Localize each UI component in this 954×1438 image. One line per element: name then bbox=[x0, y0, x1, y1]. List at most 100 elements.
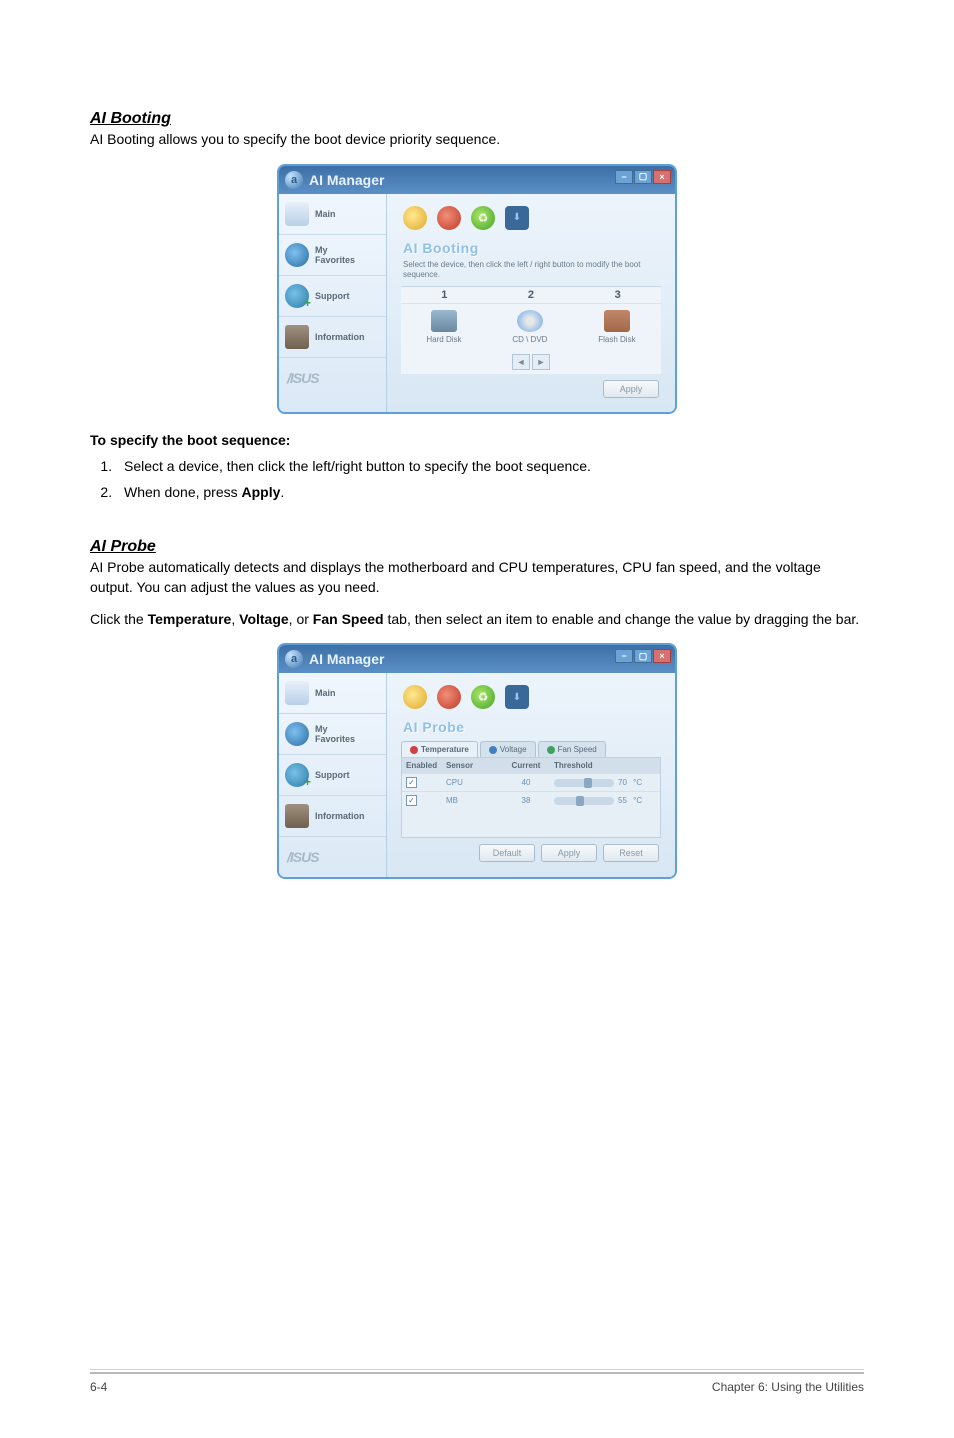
app-title: AI Manager bbox=[309, 172, 384, 188]
apply-button[interactable]: Apply bbox=[603, 380, 659, 398]
intro-ai-booting: AI Booting allows you to specify the boo… bbox=[90, 130, 864, 150]
device-label: Hard Disk bbox=[426, 335, 461, 344]
close-button[interactable]: × bbox=[653, 170, 671, 184]
tool-icon-1[interactable] bbox=[403, 206, 427, 230]
step-1: Select a device, then click the left/rig… bbox=[116, 458, 864, 474]
minimize-button[interactable]: − bbox=[615, 170, 633, 184]
sidebar-item-information[interactable]: Information bbox=[279, 796, 386, 837]
probe-table: Enabled Sensor Current Threshold ✓ CPU 4… bbox=[401, 757, 661, 838]
threshold-value: 70 bbox=[618, 778, 627, 787]
favorites-icon bbox=[285, 722, 309, 746]
tool-icon-1[interactable] bbox=[403, 685, 427, 709]
sidebar-item-information[interactable]: Information bbox=[279, 317, 386, 358]
tool-icon-2[interactable] bbox=[437, 206, 461, 230]
boot-sequence-numbers: 1 2 3 bbox=[401, 287, 661, 304]
screenshot-ai-probe: a AI Manager − ▢ × Main My Favorites bbox=[90, 643, 864, 879]
brand-mark: /ISUS bbox=[279, 837, 386, 877]
sidebar-label: Main bbox=[315, 688, 336, 698]
maximize-button[interactable]: ▢ bbox=[634, 170, 652, 184]
col-sensor: Sensor bbox=[442, 758, 502, 773]
move-left-button[interactable]: ◄ bbox=[512, 354, 530, 370]
toolbar bbox=[397, 202, 665, 238]
sidebar-item-support[interactable]: Support bbox=[279, 276, 386, 317]
sidebar-label: Main bbox=[315, 209, 336, 219]
app-title: AI Manager bbox=[309, 651, 384, 667]
reset-button[interactable]: Reset bbox=[603, 844, 659, 862]
sidebar-label: Information bbox=[315, 811, 365, 821]
intro-ai-probe: AI Probe automatically detects and displ… bbox=[90, 558, 864, 597]
sidebar-item-support[interactable]: Support bbox=[279, 755, 386, 796]
titlebar: a AI Manager − ▢ × bbox=[279, 645, 675, 673]
maximize-button[interactable]: ▢ bbox=[634, 649, 652, 663]
close-button[interactable]: × bbox=[653, 649, 671, 663]
boot-device-cd[interactable]: CD \ DVD bbox=[512, 310, 547, 344]
titlebar: a AI Manager − ▢ × bbox=[279, 166, 675, 194]
support-icon bbox=[285, 763, 309, 787]
default-button[interactable]: Default bbox=[479, 844, 535, 862]
fan-speed-icon bbox=[547, 746, 555, 754]
app-logo-icon: a bbox=[285, 650, 303, 668]
screenshot-ai-booting: a AI Manager − ▢ × Main My Favorites bbox=[90, 164, 864, 415]
steps-list: Select a device, then click the left/rig… bbox=[90, 458, 864, 500]
sidebar-item-main[interactable]: Main bbox=[279, 194, 386, 235]
tab-fan-speed[interactable]: Fan Speed bbox=[538, 741, 606, 757]
content-probe: AI Probe Temperature Voltage Fan Speed E… bbox=[387, 673, 675, 877]
tool-icon-2[interactable] bbox=[437, 685, 461, 709]
subheading-boot-sequence: To specify the boot sequence: bbox=[90, 432, 864, 448]
sidebar-label: Support bbox=[315, 770, 350, 780]
apply-button[interactable]: Apply bbox=[541, 844, 597, 862]
sidebar-label: Information bbox=[315, 332, 365, 342]
boot-num: 1 bbox=[441, 289, 447, 301]
col-threshold: Threshold bbox=[550, 758, 660, 773]
voltage-icon bbox=[489, 746, 497, 754]
main-icon bbox=[285, 681, 309, 705]
temperature-icon bbox=[410, 746, 418, 754]
current-value: 40 bbox=[502, 775, 550, 790]
tool-icon-3[interactable] bbox=[471, 685, 495, 709]
step-2: When done, press Apply. bbox=[116, 484, 864, 500]
move-right-button[interactable]: ► bbox=[532, 354, 550, 370]
sidebar-label: My Favorites bbox=[315, 245, 355, 265]
app-logo-icon: a bbox=[285, 171, 303, 189]
enable-checkbox[interactable]: ✓ bbox=[406, 777, 417, 788]
sidebar-label: My Favorites bbox=[315, 724, 355, 744]
boot-device-hdd[interactable]: Hard Disk bbox=[426, 310, 461, 344]
chapter-title: Chapter 6: Using the Utilities bbox=[712, 1380, 864, 1394]
boot-device-flash[interactable]: Flash Disk bbox=[598, 310, 635, 344]
toolbar bbox=[397, 681, 665, 717]
current-value: 38 bbox=[502, 793, 550, 808]
table-row: ✓ MB 38 55 °C bbox=[402, 791, 660, 809]
sensor-name: MB bbox=[442, 793, 502, 808]
tool-icon-3[interactable] bbox=[471, 206, 495, 230]
threshold-slider[interactable] bbox=[554, 797, 614, 805]
device-label: Flash Disk bbox=[598, 335, 635, 344]
sidebar: Main My Favorites Support Information /I… bbox=[279, 673, 387, 877]
sidebar-item-favorites[interactable]: My Favorites bbox=[279, 714, 386, 755]
section-title-ai-probe: AI Probe bbox=[90, 538, 864, 556]
app-window-boot: a AI Manager − ▢ × Main My Favorites bbox=[277, 164, 677, 415]
threshold-slider[interactable] bbox=[554, 779, 614, 787]
tab-temperature[interactable]: Temperature bbox=[401, 741, 478, 757]
table-row: ✓ CPU 40 70 °C bbox=[402, 773, 660, 791]
panel-title-boot: AI Booting bbox=[397, 238, 665, 260]
tool-icon-4[interactable] bbox=[505, 206, 529, 230]
sidebar-item-main[interactable]: Main bbox=[279, 673, 386, 714]
instruction-ai-probe: Click the Temperature, Voltage, or Fan S… bbox=[90, 610, 864, 630]
boot-num: 2 bbox=[528, 289, 534, 301]
information-icon bbox=[285, 325, 309, 349]
page-footer: 6-4 Chapter 6: Using the Utilities bbox=[90, 1372, 864, 1394]
device-label: CD \ DVD bbox=[512, 335, 547, 344]
flash-disk-icon bbox=[604, 310, 630, 332]
sidebar: Main My Favorites Support Information /I… bbox=[279, 194, 387, 413]
tab-voltage[interactable]: Voltage bbox=[480, 741, 536, 757]
main-icon bbox=[285, 202, 309, 226]
sidebar-label: Support bbox=[315, 291, 350, 301]
enable-checkbox[interactable]: ✓ bbox=[406, 795, 417, 806]
tool-icon-4[interactable] bbox=[505, 685, 529, 709]
col-current: Current bbox=[502, 758, 550, 773]
sidebar-item-favorites[interactable]: My Favorites bbox=[279, 235, 386, 276]
content-boot: AI Booting Select the device, then click… bbox=[387, 194, 675, 413]
panel-title-probe: AI Probe bbox=[397, 717, 665, 739]
brand-mark: /ISUS bbox=[279, 358, 386, 398]
minimize-button[interactable]: − bbox=[615, 649, 633, 663]
